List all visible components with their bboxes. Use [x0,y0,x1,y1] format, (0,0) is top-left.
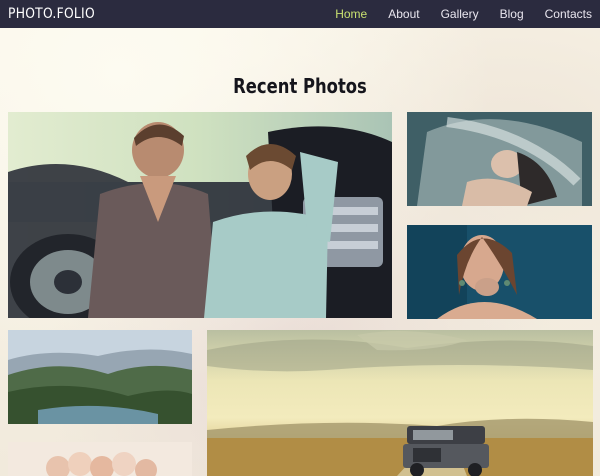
photo-mountain-landscape[interactable] [8,330,192,424]
nav-item-contacts[interactable]: Contacts [545,7,592,21]
nav-item-blog[interactable]: Blog [500,7,524,21]
site-logo[interactable]: PHOTO.FOLIO [8,6,95,22]
nav-item-about[interactable]: About [388,7,419,21]
couple-motorcycle-image [8,112,392,318]
photo-roses[interactable] [8,442,192,476]
vintage-car-image [207,330,593,476]
main-nav: Home About Gallery Blog Contacts [314,7,592,21]
veil-portrait-image [407,112,592,206]
photo-veil-portrait[interactable] [407,112,592,206]
nav-item-home[interactable]: Home [335,7,367,21]
woman-portrait-image [407,225,592,319]
top-navbar: PHOTO.FOLIO Home About Gallery Blog Cont… [0,0,600,28]
photo-vintage-car[interactable] [207,330,593,476]
section-title: Recent Photos [233,74,367,98]
photo-couple-motorcycle[interactable] [8,112,392,318]
mountain-landscape-image [8,330,192,424]
nav-item-gallery[interactable]: Gallery [441,7,479,21]
roses-image [8,442,192,476]
photo-woman-portrait[interactable] [407,225,592,319]
